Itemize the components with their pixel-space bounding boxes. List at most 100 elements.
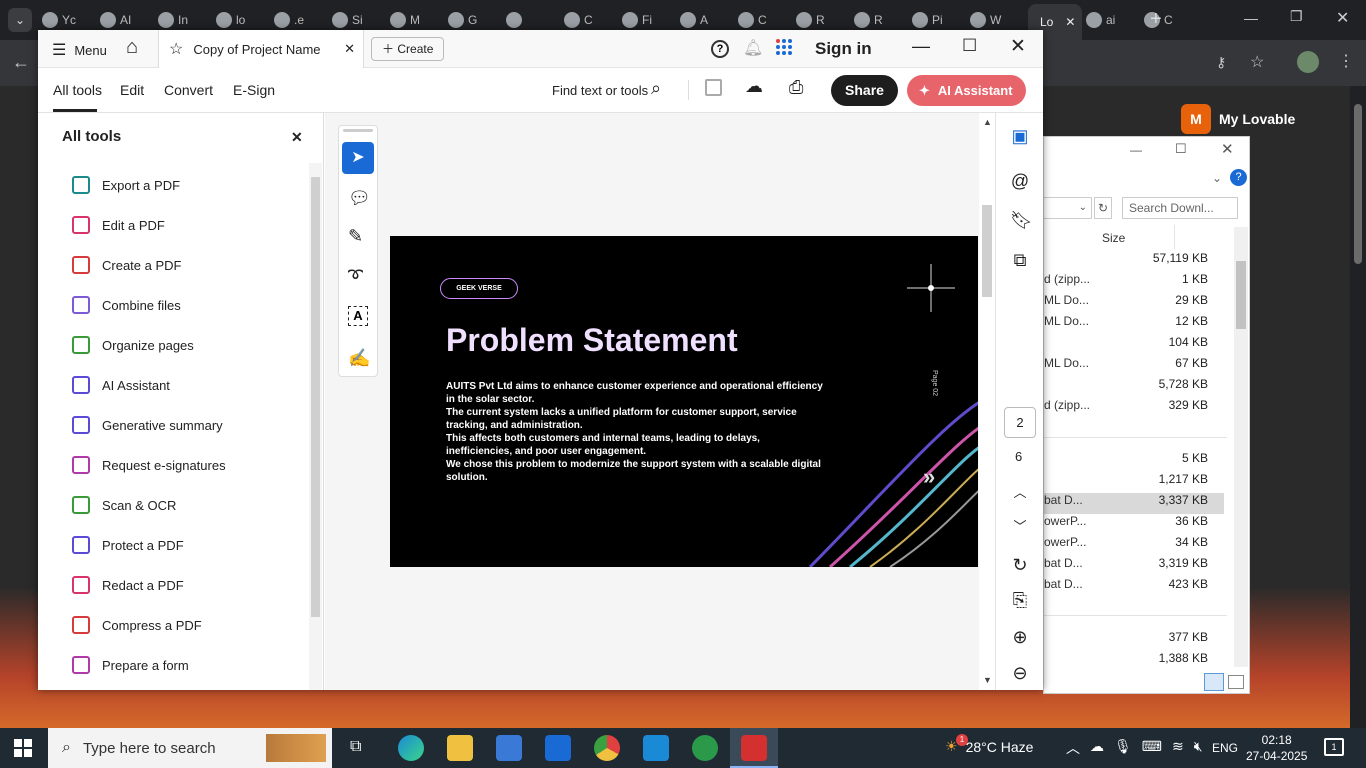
outlook-icon[interactable] [545, 735, 571, 761]
rotate-icon[interactable]: ↻ [1010, 555, 1030, 575]
explorer-maximize-button[interactable]: ☐ [1175, 141, 1187, 157]
ai-assistant-button[interactable]: ✦ AI Assistant [907, 75, 1026, 106]
list-item[interactable]: ML Do... 12 KB [1044, 314, 1224, 335]
tool-item[interactable]: AI Assistant [72, 373, 170, 397]
find-tools-label[interactable]: Find text or tools [552, 83, 648, 98]
close-tab-icon[interactable]: ✕ [344, 41, 355, 57]
store-icon[interactable] [496, 735, 522, 761]
tool-item[interactable]: Create a PDF [72, 253, 181, 277]
file-explorer-icon[interactable] [447, 735, 473, 761]
home-icon[interactable]: ⌂ [126, 36, 138, 59]
maximize-button[interactable]: ☐ [962, 36, 977, 56]
panel-scrollbar[interactable] [309, 163, 322, 690]
print-icon[interactable]: ⎙ [789, 77, 803, 98]
notification-icon[interactable]: 1 [1324, 738, 1344, 756]
tool-item[interactable]: Generative summary [72, 413, 223, 437]
windows-start-icon[interactable] [14, 739, 32, 757]
bookmarks-icon[interactable]: 🔖︎ [1010, 210, 1033, 230]
previous-page-icon[interactable]: ︿ [1010, 483, 1030, 503]
explorer-minimize-button[interactable]: — [1130, 143, 1142, 157]
list-item[interactable]: owerP... 36 KB [1044, 514, 1224, 535]
bookmark-star-icon[interactable]: ☆ [1250, 52, 1264, 72]
tab-all-tools[interactable]: All tools [53, 82, 102, 98]
canvas-scrollbar[interactable]: ▲ ▼ [979, 113, 995, 690]
list-item[interactable]: 5 KB [1044, 451, 1224, 472]
key-icon[interactable]: ⚷ [1216, 54, 1226, 71]
select-cursor-icon[interactable]: ➤ [342, 142, 374, 174]
chevron-up-icon[interactable]: ︿ [1066, 738, 1080, 758]
explorer-close-button[interactable]: ✕ [1221, 140, 1234, 158]
list-item[interactable]: 1,217 KB [1044, 472, 1224, 493]
extract-page-icon[interactable]: ⎘ [1010, 590, 1030, 610]
tool-item[interactable]: Edit a PDF [72, 213, 165, 237]
list-item[interactable]: bat D... 3,337 KB [1044, 493, 1224, 514]
tab-convert[interactable]: Convert [164, 82, 213, 98]
zoom-in-icon[interactable]: ⊕ [1010, 627, 1030, 647]
browser-tab[interactable]: ai [1086, 6, 1140, 34]
close-panel-icon[interactable]: ✕ [291, 129, 303, 146]
acrobat-taskbar-button[interactable] [730, 728, 778, 768]
list-item[interactable]: bat D... 3,319 KB [1044, 556, 1224, 577]
list-item[interactable]: ML Do... 29 KB [1044, 293, 1224, 314]
cloud-icon[interactable]: ☁ [1090, 738, 1104, 758]
create-button[interactable]: ＋ Create [371, 37, 445, 61]
list-item[interactable]: bat D... 423 KB [1044, 577, 1224, 598]
new-tab-button[interactable]: + [1150, 8, 1162, 31]
edge-icon[interactable] [398, 735, 424, 761]
list-item[interactable]: owerP... 34 KB [1044, 535, 1224, 556]
browser-scrollbar[interactable] [1350, 86, 1366, 728]
close-browser-button[interactable]: ✕ [1336, 8, 1349, 28]
tool-item[interactable]: Combine files [72, 293, 181, 317]
expand-chevron-icon[interactable]: ⌄ [1212, 171, 1222, 185]
wifi-icon[interactable]: ≋ [1172, 738, 1184, 758]
list-item[interactable]: 377 KB [1044, 630, 1224, 651]
minimize-button[interactable]: — [912, 36, 930, 57]
task-view-icon[interactable]: ⧉ [350, 738, 361, 756]
network-icon[interactable]: ⌨ [1142, 738, 1162, 758]
highlight-pen-icon[interactable]: ✎ [348, 226, 363, 247]
next-page-icon[interactable]: ﹀ [1010, 517, 1030, 537]
tool-item[interactable]: Organize pages [72, 333, 194, 357]
profile-avatar[interactable] [1297, 51, 1319, 73]
tool-item[interactable]: Scan & OCR [72, 493, 176, 517]
zoom-out-icon[interactable]: ⊖ [1010, 663, 1030, 683]
mongodb-icon[interactable] [692, 735, 718, 761]
list-item[interactable]: d (zipp... 1 KB [1044, 272, 1224, 293]
tool-item[interactable]: Redact a PDF [72, 573, 184, 597]
tool-item[interactable]: Request e-signatures [72, 453, 226, 477]
pages-icon[interactable]: ⧉ [1010, 250, 1030, 270]
tool-item[interactable]: Protect a PDF [72, 533, 184, 557]
list-item[interactable]: 5,728 KB [1044, 377, 1224, 398]
page-number-box[interactable]: 2 [1004, 407, 1036, 438]
lovable-header[interactable]: M My Lovable [1181, 104, 1295, 134]
tool-item[interactable]: Prepare a form [72, 653, 189, 677]
list-item[interactable]: ML Do... 67 KB [1044, 356, 1224, 377]
tray-icons[interactable]: ︿ ☁ 🎙︎ ⌨ ≋ 🔇︎ [1066, 738, 1203, 758]
clock[interactable]: 02:18 27-04-2025 [1246, 732, 1307, 764]
bell-icon[interactable]: 🔔︎ [743, 38, 763, 58]
back-icon[interactable]: ← [12, 52, 30, 73]
details-view-icon[interactable] [1204, 673, 1224, 691]
explorer-search-input[interactable]: Search Downl... [1122, 197, 1238, 219]
comment-icon[interactable]: 💬︎ [348, 188, 371, 209]
tool-item[interactable]: Compress a PDF [72, 613, 202, 637]
favorite-star-icon[interactable]: ☆ [169, 39, 183, 59]
list-item[interactable]: 57,119 KB [1044, 251, 1224, 272]
upload-cloud-icon[interactable]: ☁ [745, 76, 763, 97]
help-icon[interactable]: ? [1230, 169, 1247, 186]
help-circle-icon[interactable]: ? [711, 40, 729, 58]
tab-e-sign[interactable]: E-Sign [233, 82, 275, 98]
search-icon[interactable]: ⌕ [651, 78, 661, 99]
share-button[interactable]: Share [831, 75, 898, 106]
draw-icon[interactable]: ➰︎ [348, 266, 363, 287]
volume-icon[interactable]: 🔇︎ [1194, 738, 1203, 758]
refresh-icon[interactable]: ↻ [1094, 197, 1112, 219]
path-dropdown[interactable]: ⌄ [1044, 197, 1092, 219]
text-box-icon[interactable]: A [348, 306, 368, 326]
ai-panel-icon[interactable]: ▣ [1010, 126, 1030, 146]
mic-icon[interactable]: 🎙︎ [1114, 738, 1132, 758]
vscode-icon[interactable] [643, 735, 669, 761]
close-tab-icon[interactable]: ✕ [1065, 15, 1075, 29]
sign-in-link[interactable]: Sign in [815, 39, 872, 59]
minimize-browser-button[interactable]: — [1244, 10, 1258, 26]
